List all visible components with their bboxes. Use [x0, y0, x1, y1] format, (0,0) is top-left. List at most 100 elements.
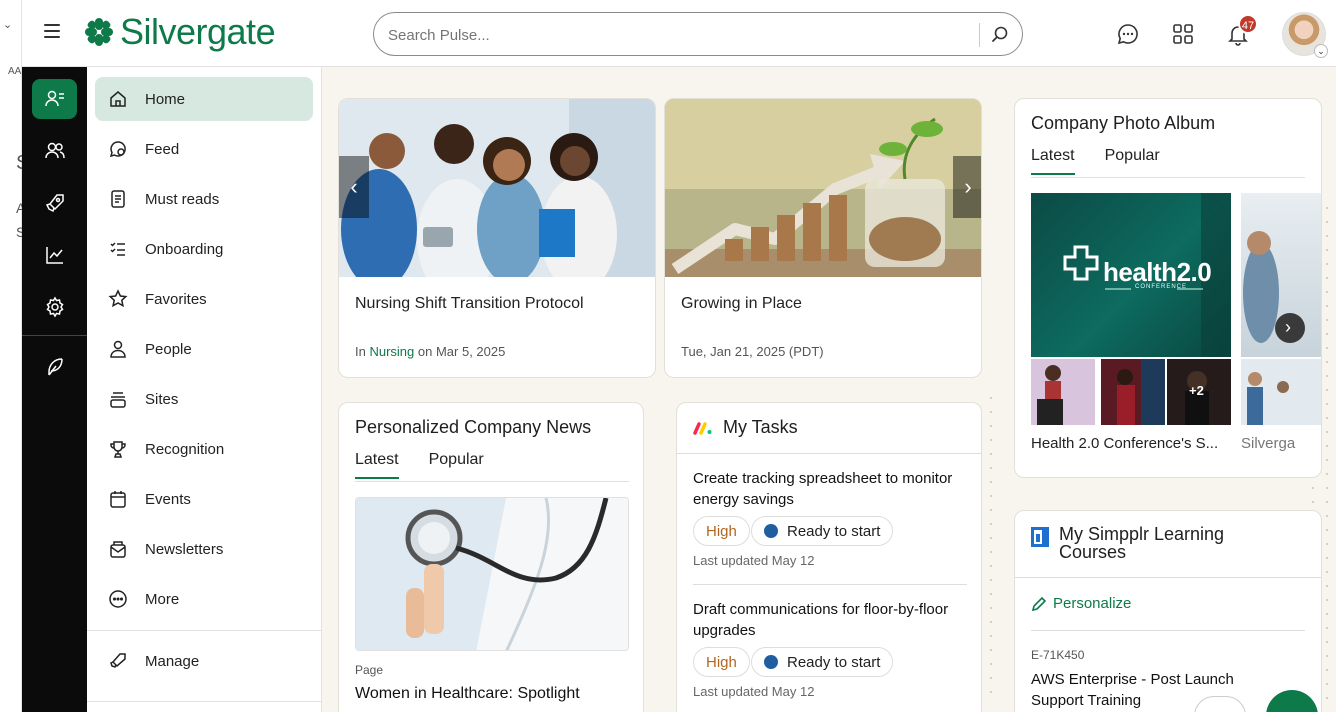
- logo-text: Silvergate: [120, 11, 276, 52]
- site-link[interactable]: Nursing: [369, 344, 414, 359]
- personalize-link[interactable]: Personalize: [1031, 595, 1131, 612]
- sites-icon: [107, 388, 129, 410]
- nurses-image: [339, 99, 655, 299]
- sidebar-item-people[interactable]: People: [95, 327, 313, 371]
- task-title[interactable]: Draft communications for floor-by-floor …: [693, 599, 953, 641]
- sidebar-item-favorites[interactable]: Favorites: [95, 277, 313, 321]
- hamburger-menu-icon[interactable]: [44, 24, 60, 38]
- sidebar-item-label: Events: [145, 490, 191, 508]
- task-updated: Last updated May 12: [693, 684, 815, 699]
- chat-icon[interactable]: [1116, 22, 1140, 46]
- album-caption[interactable]: Silverga: [1241, 435, 1295, 452]
- tab-popular[interactable]: Popular: [1105, 147, 1160, 175]
- search-input[interactable]: [388, 24, 968, 46]
- album-thumb[interactable]: [1101, 359, 1165, 425]
- task-updated: Last updated May 12: [693, 553, 815, 568]
- sidebar-item-more[interactable]: More: [95, 577, 313, 621]
- album-caption[interactable]: Health 2.0 Conference's S...: [1031, 435, 1218, 452]
- stethoscope-image[interactable]: [355, 497, 629, 651]
- news-tabs: Latest Popular: [355, 451, 514, 479]
- notification-badge: 47: [1238, 14, 1258, 34]
- rail-settings[interactable]: [32, 287, 77, 327]
- rail-analytics[interactable]: [32, 235, 77, 275]
- carousel-card-title[interactable]: Nursing Shift Transition Protocol: [355, 295, 584, 313]
- must-reads-icon: [107, 188, 129, 210]
- status-label: Ready to start: [787, 653, 881, 671]
- sidebar-item-label: Manage: [145, 652, 200, 670]
- news-item-title[interactable]: Women in Healthcare: Spotlight: [355, 685, 580, 703]
- rail-people[interactable]: [32, 131, 77, 171]
- app-rail: [22, 67, 87, 712]
- carousel-card[interactable]: ‹ Nursing Shift Transition Protocol In N…: [338, 98, 656, 378]
- tabs-divider: [1031, 177, 1305, 178]
- newsletter-icon: [107, 538, 129, 560]
- gear-icon: [45, 296, 64, 318]
- status-dot-icon: [764, 524, 778, 538]
- personalize-label: Personalize: [1053, 595, 1132, 612]
- rail-feather[interactable]: [32, 347, 77, 387]
- album-card-title: Company Photo Album: [1031, 113, 1216, 133]
- album-cover-image[interactable]: health2.0 CONFERENCE: [1031, 193, 1231, 357]
- apps-grid-icon[interactable]: [1171, 22, 1195, 46]
- rocket-icon: [45, 194, 64, 213]
- sidebar-divider: [87, 630, 322, 631]
- sidebar-item-newsletters[interactable]: Newsletters: [95, 527, 313, 571]
- tasks-divider: [677, 453, 981, 454]
- rail-launch[interactable]: [32, 183, 77, 223]
- status-badge: Ready to start: [751, 647, 894, 677]
- sidebar-item-events[interactable]: Events: [95, 477, 313, 521]
- sidebar-item-label: Newsletters: [145, 540, 224, 558]
- chevron-down-icon[interactable]: ⌄: [1314, 44, 1328, 58]
- person-icon: [107, 338, 129, 360]
- task-title[interactable]: Create tracking spreadsheet to monitor e…: [693, 468, 953, 510]
- simpplr-learning-logo-icon: [1031, 527, 1049, 547]
- carousel-card[interactable]: › Growing in Place Tue, Jan 21, 2025 (PD…: [664, 98, 982, 378]
- sidebar-item-must-reads[interactable]: Must reads: [95, 177, 313, 221]
- carousel-prev-button[interactable]: ‹: [339, 156, 369, 218]
- album-tabs: Latest Popular: [1031, 147, 1190, 175]
- tab-popular[interactable]: Popular: [429, 451, 484, 479]
- coins-plant-image: [665, 99, 981, 277]
- tab-latest[interactable]: Latest: [1031, 147, 1075, 175]
- search-divider: [979, 23, 980, 47]
- search-icon[interactable]: [990, 25, 1010, 45]
- sidebar-item-label: Onboarding: [145, 240, 224, 258]
- album-thumb[interactable]: [1241, 359, 1321, 425]
- more-icon: [107, 588, 129, 610]
- sidebar-item-label: Sites: [145, 390, 179, 408]
- sidebar-nav: Home Feed Must reads Onboarding Favorite…: [87, 67, 322, 712]
- sidebar-item-feed[interactable]: Feed: [95, 127, 313, 171]
- sidebar-item-home[interactable]: Home: [95, 77, 313, 121]
- sidebar-item-label: People: [145, 340, 192, 358]
- tab-latest[interactable]: Latest: [355, 451, 399, 479]
- person-list-icon: [44, 90, 64, 107]
- calendar-icon: [107, 488, 129, 510]
- sidebar-item-label: Feed: [145, 140, 180, 158]
- sidebar-item-onboarding[interactable]: Onboarding: [95, 227, 313, 271]
- status-dot-icon: [764, 655, 778, 669]
- sidebar-divider: [87, 701, 322, 702]
- chevron-right-icon: ›: [1285, 317, 1291, 337]
- more-photos-count: +2: [1189, 383, 1204, 398]
- album-logo-sub: CONFERENCE: [1135, 284, 1188, 290]
- album-thumb[interactable]: [1031, 359, 1095, 425]
- sidebar-item-label: Home: [145, 90, 186, 108]
- album-thumb[interactable]: +2: [1167, 359, 1231, 425]
- carousel-card-meta: Tue, Jan 21, 2025 (PDT): [681, 344, 824, 359]
- sidebar-item-label: Favorites: [145, 290, 207, 308]
- carousel-card-meta: In Nursing on Mar 5, 2025: [355, 344, 505, 359]
- sidebar-item-manage[interactable]: Manage: [95, 639, 313, 683]
- rail-divider: [22, 335, 87, 336]
- carousel-next-button[interactable]: ›: [953, 156, 981, 218]
- sidebar-item-recognition[interactable]: Recognition: [95, 427, 313, 471]
- carousel-card-title[interactable]: Growing in Place: [681, 295, 802, 313]
- album-next-button[interactable]: ›: [1275, 313, 1305, 343]
- feed-icon: [107, 138, 129, 160]
- item-type-label: Page: [355, 663, 384, 677]
- rail-home[interactable]: [32, 79, 77, 119]
- search-bar[interactable]: [373, 12, 1023, 56]
- checklist-icon: [107, 238, 129, 260]
- tasks-card-title: My Tasks: [723, 417, 798, 437]
- sidebar-item-sites[interactable]: Sites: [95, 377, 313, 421]
- company-logo[interactable]: Silvergate: [84, 11, 276, 52]
